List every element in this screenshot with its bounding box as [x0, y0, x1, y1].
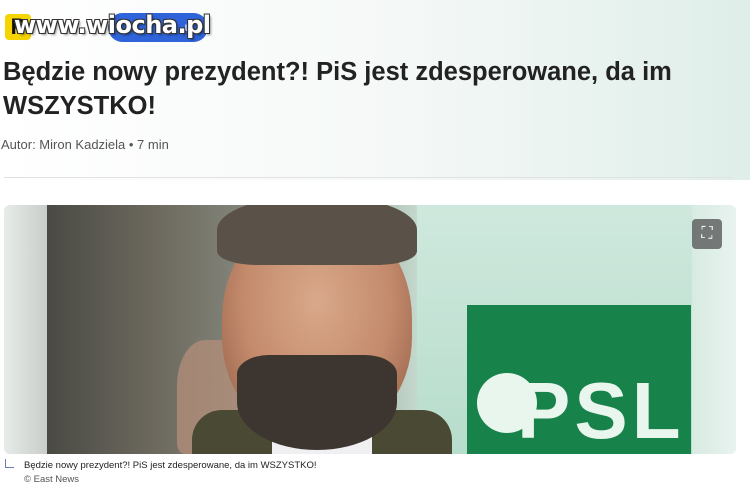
expand-icon[interactable]: ⛶	[692, 219, 722, 249]
image-caption: Będzie nowy prezydent?! PiS jest zdesper…	[24, 460, 317, 471]
header-bar: P uj www.wiocha.pl	[0, 11, 750, 44]
article-image[interactable]: PSL	[4, 205, 736, 454]
photo: PSL	[47, 205, 692, 454]
person-hair	[217, 205, 417, 265]
article-title: Będzie nowy prezydent?! PiS jest zdesper…	[3, 58, 672, 120]
banner-text: PSL	[517, 366, 685, 454]
divider	[4, 177, 733, 178]
person-beard	[237, 355, 397, 450]
image-credit: © East News	[24, 474, 80, 485]
caption-corner-icon	[5, 459, 14, 468]
image-blur-left	[4, 205, 47, 454]
article-byline: Autor: Miron Kadziela • 7 min	[1, 137, 169, 152]
watermark: www.wiocha.pl	[14, 11, 211, 39]
